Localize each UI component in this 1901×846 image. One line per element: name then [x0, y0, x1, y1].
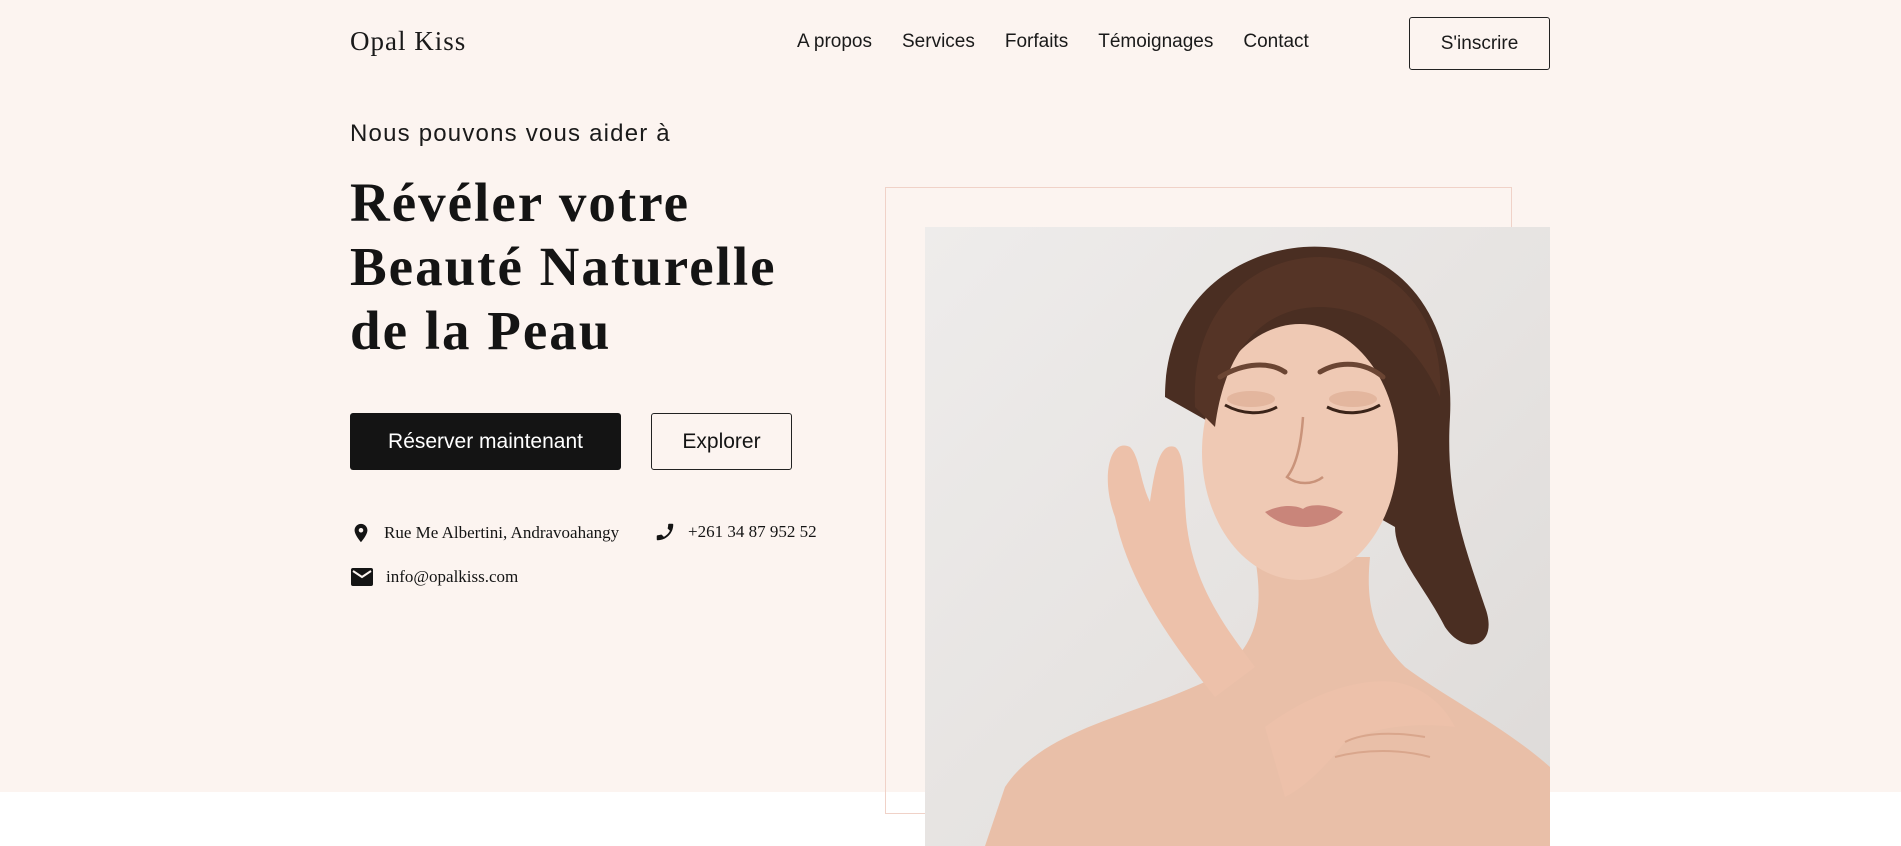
explore-button[interactable]: Explorer — [651, 413, 792, 470]
hero-photo — [925, 227, 1550, 846]
nav-item-services[interactable]: Services — [902, 31, 975, 53]
nav-item-temoignages[interactable]: Témoignages — [1098, 31, 1213, 53]
location-pin-icon — [350, 521, 372, 545]
envelope-icon — [350, 567, 374, 587]
book-now-button[interactable]: Réserver maintenant — [350, 413, 621, 470]
main-nav: A propos Services Forfaits Témoignages C… — [797, 31, 1309, 53]
address-text: Rue Me Albertini, Andravoahangy — [384, 523, 620, 542]
headline-line-1: Révéler votre — [350, 172, 691, 233]
contact-email: info@opalkiss.com — [350, 567, 518, 587]
contact-phone: +261 34 87 952 52 — [654, 521, 817, 543]
headline-line-2: Beauté Naturelle — [350, 236, 777, 297]
hero-eyebrow: Nous pouvons vous aider à — [350, 120, 671, 147]
nav-item-contact[interactable]: Contact — [1243, 31, 1308, 53]
contact-address: Rue Me Albertini, Andravoahangy — [350, 521, 619, 545]
phone-icon — [654, 521, 676, 543]
brand-logo[interactable]: Opal Kiss — [350, 26, 466, 57]
headline-line-3: de la Peau — [350, 300, 612, 361]
phone-text[interactable]: +261 34 87 952 52 — [688, 522, 817, 542]
signup-button[interactable]: S'inscrire — [1409, 17, 1550, 70]
email-text[interactable]: info@opalkiss.com — [386, 567, 518, 587]
nav-item-a-propos[interactable]: A propos — [797, 31, 872, 53]
hero-headline: Révéler votre Beauté Naturelle de la Pea… — [350, 171, 850, 363]
nav-item-forfaits[interactable]: Forfaits — [1005, 31, 1068, 53]
